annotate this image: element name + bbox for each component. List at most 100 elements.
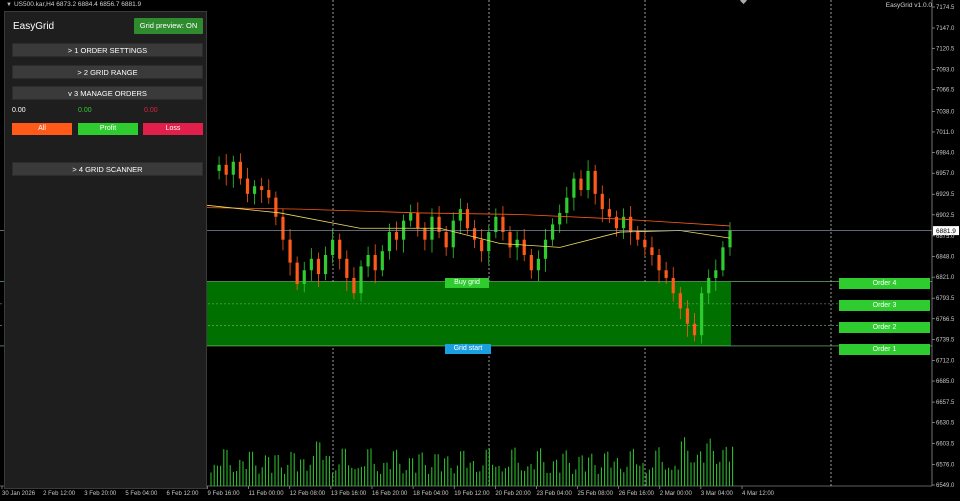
candle-body <box>231 161 235 175</box>
time-tick-label: 20 Feb 20:00 <box>495 491 531 497</box>
candle-body <box>373 254 377 271</box>
price-tick-label: 6848.0 <box>936 255 955 261</box>
candle-body <box>274 197 278 217</box>
candle-body <box>345 258 349 278</box>
candle-body <box>721 247 725 271</box>
grid-start-label: Grid start <box>445 344 491 354</box>
price-tick-label: 6630.5 <box>936 421 955 427</box>
candle-body <box>501 216 505 233</box>
price-tick-label: 6739.5 <box>936 337 955 343</box>
candle-body <box>707 277 711 294</box>
order-4-label[interactable]: Order 4 <box>839 278 930 289</box>
candle-body <box>366 254 370 267</box>
time-tick-label: 30 Jan 2026 <box>2 491 36 497</box>
candle-body <box>565 197 569 213</box>
candle-body <box>494 216 498 233</box>
candle-body <box>487 232 491 252</box>
symbol-info: ▼ US500.kar,H4 6873.2 6884.4 6856.7 6881.… <box>6 1 142 8</box>
candle-body <box>678 293 682 309</box>
chart-shift-icon: ◆ <box>740 0 747 6</box>
candle-body <box>401 220 406 240</box>
candle-body <box>529 254 533 271</box>
candle-body <box>331 239 335 255</box>
time-tick-label: 25 Feb 08:00 <box>578 491 614 497</box>
price-tick-label: 6984.0 <box>936 151 955 157</box>
triangle-down-icon: ▼ <box>6 2 12 8</box>
candle-body <box>380 251 384 271</box>
price-tick-label: 6821.0 <box>936 275 955 281</box>
candle-body <box>650 247 654 255</box>
time-tick-label: 3 Mar 04:00 <box>701 491 734 497</box>
section-grid-range[interactable]: > 2 GRID RANGE <box>12 65 203 79</box>
close-loss-button[interactable]: Loss <box>143 123 203 135</box>
price-tick-label: 6793.5 <box>936 296 955 302</box>
value-all: 0.00 <box>12 107 26 114</box>
close-all-button[interactable]: All <box>12 123 72 135</box>
candle-body <box>387 232 391 252</box>
candle-body <box>267 190 271 198</box>
candle-body <box>593 170 597 194</box>
price-tick-label: 6875.0 <box>936 234 955 240</box>
candle-body <box>281 216 285 240</box>
candle-body <box>288 239 292 263</box>
candle-body <box>394 232 399 240</box>
time-tick-label: 4 Mar 12:00 <box>742 491 775 497</box>
price-tick-label: 6657.5 <box>936 400 955 406</box>
time-tick-label: 3 Feb 20:00 <box>84 491 117 497</box>
close-profit-button[interactable]: Profit <box>78 123 138 135</box>
value-profit: 0.00 <box>78 107 92 114</box>
time-tick-label: 5 Feb 04:00 <box>125 491 158 497</box>
time-tick-label: 12 Feb 08:00 <box>290 491 326 497</box>
candle-body <box>508 232 512 248</box>
candle-body <box>621 216 626 229</box>
candle-body <box>692 323 697 336</box>
price-tick-label: 7038.0 <box>936 109 955 115</box>
candle-body <box>636 232 640 240</box>
candle-body <box>295 262 299 285</box>
candle-body <box>352 277 356 294</box>
time-tick-label: 2 Feb 12:00 <box>43 491 76 497</box>
order-3-label[interactable]: Order 3 <box>839 300 930 311</box>
candle-body <box>458 209 462 221</box>
price-tick-label: 7147.0 <box>936 26 955 32</box>
time-tick-label: 19 Feb 12:00 <box>454 491 490 497</box>
candle-body <box>728 230 732 248</box>
section-grid-scanner[interactable]: > 4 GRID SCANNER <box>12 162 203 176</box>
time-tick-label: 16 Feb 20:00 <box>372 491 408 497</box>
order-2-label[interactable]: Order 2 <box>839 322 930 333</box>
section-order-settings[interactable]: > 1 ORDER SETTINGS <box>12 43 203 57</box>
time-tick-label: 11 Feb 00:00 <box>249 491 285 497</box>
candle-body <box>671 277 675 294</box>
candle-body <box>472 228 477 240</box>
candle-body <box>700 293 704 336</box>
section-manage-orders[interactable]: v 3 MANAGE ORDERS <box>12 86 203 100</box>
candle-body <box>629 216 633 233</box>
candle-body <box>515 239 519 248</box>
candle-body <box>600 193 604 210</box>
candle-body <box>260 186 264 191</box>
candle-body <box>416 212 420 229</box>
price-tick-label: 6902.5 <box>936 213 955 219</box>
candle-body <box>643 239 647 248</box>
easygrid-panel: EasyGrid Grid preview: ON > 1 ORDER SETT… <box>4 11 207 489</box>
candle-body <box>551 224 555 240</box>
grid-preview-button[interactable]: Grid preview: ON <box>134 18 203 34</box>
candle-body <box>309 258 313 271</box>
candle-body <box>664 270 668 278</box>
candle-body <box>423 228 427 240</box>
price-tick-label: 6766.5 <box>936 317 955 323</box>
candle-body <box>409 212 413 221</box>
price-tick-label: 6685.0 <box>936 379 955 385</box>
candle-body <box>586 170 590 191</box>
candle-body <box>465 209 470 229</box>
buy-grid-zone <box>207 281 731 346</box>
time-tick-label: 26 Feb 16:00 <box>619 491 655 497</box>
buy-grid-label: Buy grid <box>445 278 489 288</box>
time-tick-label: 6 Feb 12:00 <box>166 491 199 497</box>
candle-body <box>359 266 363 294</box>
time-tick-label: 2 Mar 00:00 <box>660 491 693 497</box>
candle-body <box>543 239 548 259</box>
candle-body <box>323 254 328 275</box>
price-tick-label: 7066.5 <box>936 88 955 94</box>
order-1-label[interactable]: Order 1 <box>839 344 930 355</box>
